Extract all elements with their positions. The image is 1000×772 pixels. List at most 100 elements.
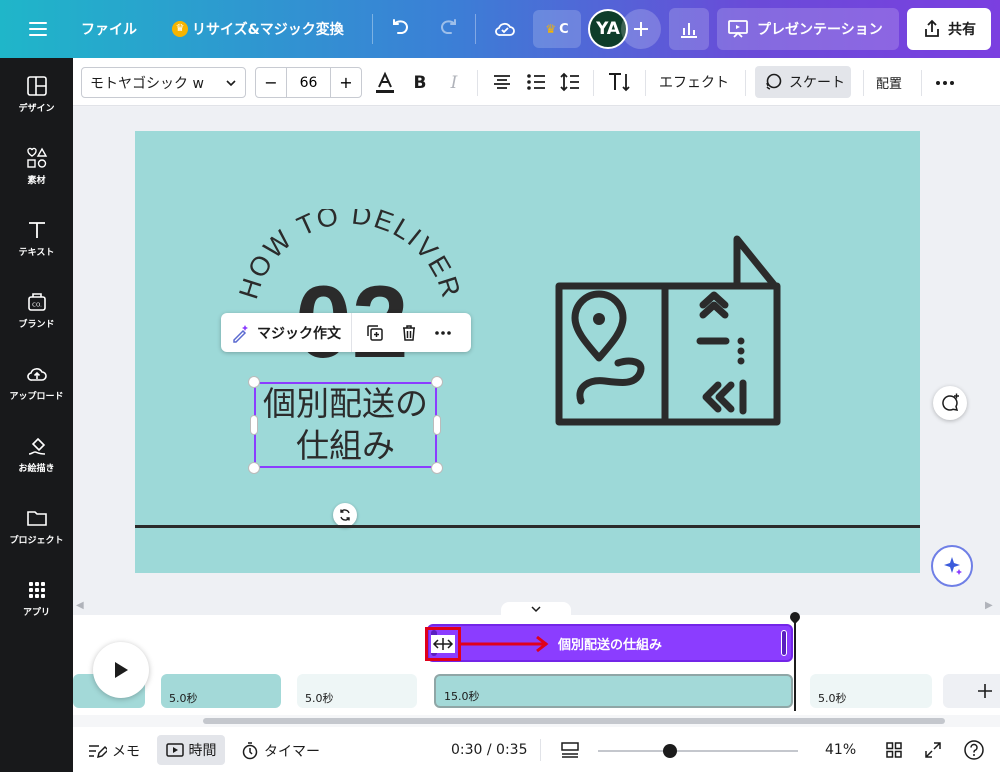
duplicate-icon[interactable] (358, 323, 392, 343)
animate-label: スケート (789, 75, 845, 91)
notes-button[interactable]: メモ (87, 741, 140, 761)
redo-icon[interactable] (436, 17, 460, 41)
divider (477, 70, 478, 96)
scrollbar-thumb[interactable] (203, 718, 945, 724)
sidebar-item-label: 素材 (27, 175, 46, 186)
resize-handle[interactable] (248, 462, 260, 474)
timeline-scrollbar[interactable] (73, 715, 1000, 727)
more-options-icon[interactable] (934, 72, 956, 94)
animate-button[interactable]: スケート (755, 66, 851, 98)
timer-button[interactable]: タイマー (241, 741, 320, 761)
rotate-icon[interactable] (333, 503, 357, 527)
brand-icon: CO. (27, 292, 46, 311)
menu-icon[interactable] (26, 17, 50, 41)
bar-chart-icon (681, 23, 697, 38)
present-button[interactable]: プレゼンテーション (717, 8, 899, 50)
undo-icon[interactable] (389, 17, 413, 41)
fullscreen-icon[interactable] (924, 741, 942, 759)
zoom-slider-knob[interactable] (663, 744, 677, 758)
divider (540, 739, 541, 761)
resize-handle[interactable] (431, 462, 443, 474)
scroll-right-arrow[interactable]: ▶ (985, 600, 993, 611)
grid-view-icon[interactable] (885, 741, 903, 759)
magic-pen-icon (233, 324, 248, 343)
share-button[interactable]: 共有 (907, 8, 991, 50)
text-direction-icon[interactable] (607, 71, 631, 93)
title-line-2: 仕組み (296, 426, 395, 465)
magic-assistant-icon[interactable] (931, 545, 973, 587)
font-size-decrease-button[interactable]: − (256, 68, 287, 97)
page-view-icon[interactable] (560, 741, 580, 759)
italic-button[interactable]: I (443, 71, 465, 95)
shapes-icon (26, 147, 47, 168)
text-toolbar: モトヤゴシック w − 66 + B I エフェクト スケート 配置 (73, 58, 1000, 106)
sidebar-item-elements[interactable]: 素材 (0, 136, 73, 196)
resize-handle[interactable] (248, 376, 260, 388)
side-handle[interactable] (250, 415, 258, 435)
resize-magic-button[interactable]: ♛ リサイズ&マジック変換 (172, 19, 344, 39)
font-family-select[interactable]: モトヤゴシック w (81, 67, 246, 98)
sidebar-item-apps[interactable]: アプリ (0, 568, 73, 628)
slide-duration: 5.0秒 (169, 692, 198, 705)
map-illustration[interactable] (553, 231, 783, 431)
play-button[interactable] (93, 642, 149, 698)
sidebar-item-upload[interactable]: アップロード (0, 352, 73, 412)
text-color-icon[interactable] (373, 71, 397, 95)
sidebar-item-label: テキスト (18, 247, 55, 258)
side-handle[interactable] (433, 415, 441, 435)
slide-thumbnail[interactable]: 5.0秒 (297, 674, 417, 708)
slide-thumbnail-selected[interactable]: 15.0秒 (434, 674, 793, 708)
share-label: 共有 (948, 22, 976, 38)
zoom-level[interactable]: 41% (825, 742, 856, 758)
arrange-button[interactable]: 配置 (876, 73, 902, 92)
animation-icon (766, 73, 782, 90)
help-icon[interactable] (963, 739, 985, 761)
trash-icon[interactable] (392, 323, 426, 343)
resize-handle[interactable] (431, 376, 443, 388)
scroll-left-arrow[interactable]: ◀ (76, 600, 84, 611)
divider (745, 70, 746, 96)
divider (863, 70, 864, 96)
effects-button[interactable]: エフェクト (659, 72, 729, 92)
collapse-timeline-button[interactable] (501, 602, 571, 616)
add-collaborator-button[interactable] (621, 9, 661, 49)
sidebar-item-projects[interactable]: プロジェクト (0, 496, 73, 556)
playhead[interactable] (794, 615, 796, 711)
divider-line[interactable] (135, 525, 920, 528)
cloud-saved-icon[interactable] (493, 17, 517, 41)
avatar-initials: YA (596, 19, 620, 39)
bullet-list-icon[interactable] (525, 71, 547, 93)
timeline-panel: 個別配送の仕組み 5.0秒 5.0秒 15.0秒 5.0秒 メモ 時間 タイマー… (73, 602, 1000, 772)
slide-thumbnail[interactable]: 5.0秒 (810, 674, 932, 708)
sidebar-item-label: アプリ (22, 607, 50, 618)
sidebar-item-draw[interactable]: お絵描き (0, 424, 73, 484)
sidebar-item-design[interactable]: デザイン (0, 64, 73, 124)
sidebar-item-text[interactable]: テキスト (0, 208, 73, 268)
bold-button[interactable]: B (409, 71, 431, 95)
presentation-icon (728, 20, 748, 38)
more-options-icon[interactable] (426, 323, 460, 343)
slide-canvas[interactable]: HOW TO DELIVER 02 個別配送の 仕組み マジック作文 (135, 131, 920, 573)
left-sidebar: デザイン 素材 テキスト CO. ブランド アップロード お絵描き プロジェクト… (0, 58, 73, 772)
add-page-button[interactable] (943, 674, 1000, 708)
insights-button[interactable] (669, 8, 709, 50)
title-textbox[interactable]: 個別配送の 仕組み (254, 382, 437, 468)
font-family-value: モトヤゴシック w (90, 75, 204, 92)
add-comment-icon[interactable] (933, 386, 967, 420)
upgrade-button[interactable]: ♛ C (533, 10, 581, 48)
font-size-input[interactable]: 66 (287, 68, 330, 97)
sidebar-item-brand[interactable]: CO. ブランド (0, 280, 73, 340)
magic-write-button[interactable]: マジック作文 (221, 313, 352, 352)
crown-icon: ♛ (172, 21, 188, 37)
plus-icon (978, 684, 992, 698)
zoom-slider[interactable] (598, 744, 798, 758)
font-size-increase-button[interactable]: + (330, 68, 361, 97)
sidebar-item-label: プロジェクト (9, 535, 64, 546)
top-bar: ファイル ♛ リサイズ&マジック変換 ♛ C YA プレゼンテーション 共有 (0, 0, 1000, 58)
divider (475, 14, 476, 44)
slide-thumbnail[interactable]: 5.0秒 (161, 674, 281, 708)
duration-button[interactable]: 時間 (157, 735, 225, 765)
line-spacing-icon[interactable] (559, 71, 581, 93)
align-center-icon[interactable] (491, 71, 513, 93)
file-menu[interactable]: ファイル (81, 19, 137, 39)
